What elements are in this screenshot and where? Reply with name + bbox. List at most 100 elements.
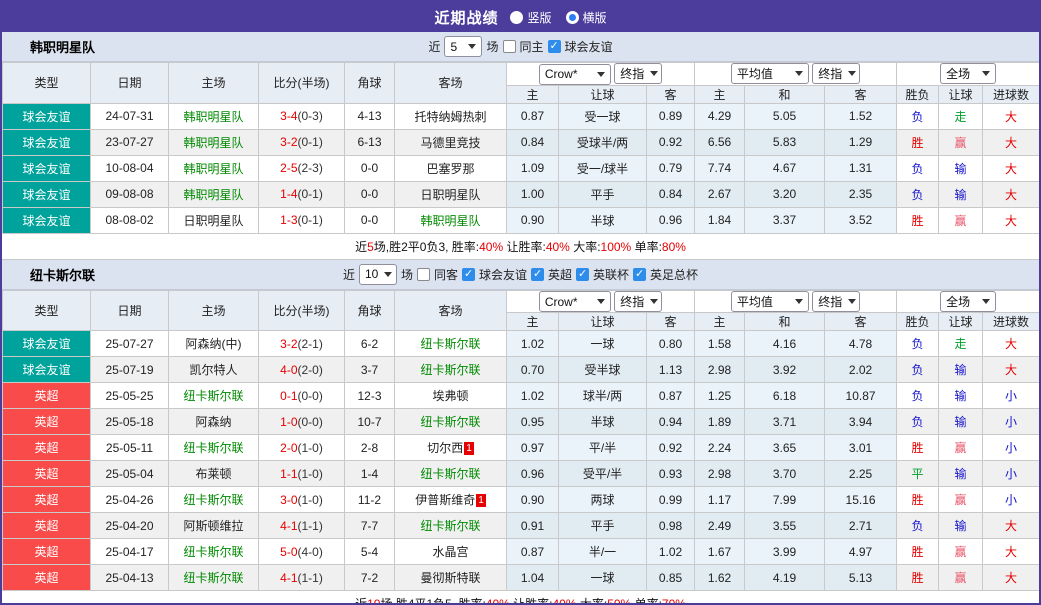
horizontal-layout-radio[interactable] xyxy=(566,11,579,24)
away-team-link[interactable]: 纽卡斯尔联 xyxy=(420,415,480,429)
home-team-link[interactable]: 韩职明星队 xyxy=(183,162,243,176)
home-team-link[interactable]: 纽卡斯尔联 xyxy=(183,571,243,585)
home-team-cell: 纽卡斯尔联 xyxy=(169,435,259,461)
avg-home-cell: 7.74 xyxy=(695,155,745,181)
home-team-link[interactable]: 纽卡斯尔联 xyxy=(183,441,243,455)
away-team-link[interactable]: 水晶宫 xyxy=(432,545,468,559)
unit-label: 场 xyxy=(486,38,498,55)
select-value: Crow* xyxy=(545,67,578,81)
odds-provider-select[interactable]: Crow* xyxy=(539,64,611,85)
away-team-cell: 伊普斯维奇1 xyxy=(395,487,507,513)
table-row: 球会友谊10-08-04韩职明星队2-5(2-3)0-0巴塞罗那1.09受一/球… xyxy=(3,155,1040,181)
league-filter-checkbox[interactable] xyxy=(462,268,475,281)
home-team-link[interactable]: 韩职明星队 xyxy=(183,110,243,124)
same-side-checkbox[interactable] xyxy=(503,40,516,53)
odds-handicap-cell: 一球 xyxy=(559,331,647,357)
summary-row: 近5场,胜2平0负3, 胜率:40% 让胜率:40% 大率:100% 单率:80… xyxy=(2,234,1039,260)
column-header-4: 角球 xyxy=(345,290,395,331)
home-team-link[interactable]: 阿森纳 xyxy=(195,415,231,429)
date-cell: 25-04-26 xyxy=(91,487,169,513)
home-team-link[interactable]: 阿斯顿维拉 xyxy=(183,519,243,533)
away-team-link[interactable]: 韩职明星队 xyxy=(420,214,480,228)
summary-text-part: 场,胜4平1负5, 胜率: xyxy=(380,597,485,605)
page: 近期战绩 竖版 横版 韩职明星队近5场同主球会友谊类型日期主场比分(半场)角球客… xyxy=(0,0,1041,605)
handicap-result-cell: 赢 xyxy=(939,207,983,233)
scope-select[interactable]: 全场 xyxy=(940,291,996,312)
halftime-score: (0-1) xyxy=(298,213,323,227)
odds-period-select[interactable]: 终指 xyxy=(614,63,662,84)
away-team-cell: 曼彻斯特联 xyxy=(395,565,507,591)
away-team-link[interactable]: 托特纳姆热刺 xyxy=(414,110,486,124)
league-filter-checkbox[interactable] xyxy=(531,268,544,281)
fulltime-score: 1-4 xyxy=(280,187,297,201)
odds-provider-select[interactable]: Crow* xyxy=(539,291,611,312)
away-team-link[interactable]: 曼彻斯特联 xyxy=(420,571,480,585)
away-team-link[interactable]: 埃弗顿 xyxy=(432,389,468,403)
home-team-cell: 韩职明星队 xyxy=(169,103,259,129)
odds-away-cell: 0.98 xyxy=(647,513,695,539)
same-side-checkbox[interactable] xyxy=(417,268,430,281)
home-team-link[interactable]: 纽卡斯尔联 xyxy=(183,493,243,507)
league-badge: 英超 xyxy=(3,409,91,435)
league-filter-checkbox[interactable] xyxy=(576,268,589,281)
away-team-link[interactable]: 日职明星队 xyxy=(420,188,480,202)
corners-cell: 1-4 xyxy=(345,461,395,487)
table-head: 类型日期主场比分(半场)角球客场Crow* 终指平均值 终指全场主让球客主和客胜… xyxy=(3,290,1040,331)
league-filter-checkbox[interactable] xyxy=(548,40,561,53)
away-team-link[interactable]: 纽卡斯尔联 xyxy=(420,363,480,377)
avg-away-cell: 15.16 xyxy=(825,487,897,513)
avg-home-cell: 4.29 xyxy=(695,103,745,129)
score-cell: 4-1(1-1) xyxy=(259,565,345,591)
horizontal-layout-label: 横版 xyxy=(583,9,607,26)
odds-away-cell: 0.80 xyxy=(647,331,695,357)
corners-cell: 5-4 xyxy=(345,539,395,565)
handicap-result-cell: 走 xyxy=(939,331,983,357)
avg-home-cell: 6.56 xyxy=(695,129,745,155)
average-select[interactable]: 平均值 xyxy=(731,63,809,84)
average-period-select[interactable]: 终指 xyxy=(812,63,860,84)
home-team-cell: 纽卡斯尔联 xyxy=(169,383,259,409)
away-team-link[interactable]: 纽卡斯尔联 xyxy=(420,519,480,533)
home-team-link[interactable]: 布莱顿 xyxy=(195,467,231,481)
away-team-link[interactable]: 巴塞罗那 xyxy=(426,162,474,176)
matches-count-select[interactable]: 10 xyxy=(359,264,397,285)
scope-select[interactable]: 全场 xyxy=(940,63,996,84)
unit-label: 场 xyxy=(401,266,413,283)
home-team-link[interactable]: 日职明星队 xyxy=(183,214,243,228)
average-period-select[interactable]: 终指 xyxy=(812,291,860,312)
avg-subheader: 和 xyxy=(745,85,825,103)
home-team-link[interactable]: 凯尔特人 xyxy=(189,363,237,377)
away-team-link[interactable]: 纽卡斯尔联 xyxy=(420,467,480,481)
odds-handicap-cell: 半/一 xyxy=(559,539,647,565)
away-team-link[interactable]: 切尔西 xyxy=(427,441,463,455)
corners-cell: 4-13 xyxy=(345,103,395,129)
summary-stat-value: 40% xyxy=(486,597,510,605)
home-team-link[interactable]: 纽卡斯尔联 xyxy=(183,545,243,559)
avg-home-cell: 1.58 xyxy=(695,331,745,357)
odds-period-select[interactable]: 终指 xyxy=(614,291,662,312)
home-team-link[interactable]: 纽卡斯尔联 xyxy=(183,389,243,403)
vertical-layout-radio[interactable] xyxy=(510,11,523,24)
summary-text-part: 让胜率: xyxy=(510,597,553,605)
away-team-cell: 纽卡斯尔联 xyxy=(395,357,507,383)
away-team-cell: 托特纳姆热刺 xyxy=(395,103,507,129)
away-team-link[interactable]: 马德里竞技 xyxy=(420,136,480,150)
avg-away-cell: 2.35 xyxy=(825,181,897,207)
league-filter-label: 球会友谊 xyxy=(565,38,613,55)
average-select[interactable]: 平均值 xyxy=(731,291,809,312)
home-team-link[interactable]: 阿森纳(中) xyxy=(186,337,242,351)
table-body: 球会友谊25-07-27阿森纳(中)3-2(2-1)6-2纽卡斯尔联1.02一球… xyxy=(3,331,1040,591)
chevron-down-icon xyxy=(650,299,658,304)
away-team-cell: 切尔西1 xyxy=(395,435,507,461)
home-team-link[interactable]: 韩职明星队 xyxy=(183,136,243,150)
odds-subheader: 让球 xyxy=(559,85,647,103)
column-header-1: 日期 xyxy=(91,290,169,331)
away-team-link[interactable]: 伊普斯维奇 xyxy=(415,493,475,507)
away-team-link[interactable]: 纽卡斯尔联 xyxy=(420,337,480,351)
home-team-link[interactable]: 韩职明星队 xyxy=(183,188,243,202)
league-filter-checkbox[interactable] xyxy=(633,268,646,281)
avg-draw-cell: 3.92 xyxy=(745,357,825,383)
table-row: 球会友谊25-07-19凯尔特人4-0(2-0)3-7纽卡斯尔联0.70受半球1… xyxy=(3,357,1040,383)
fulltime-score: 1-3 xyxy=(280,213,297,227)
matches-count-select[interactable]: 5 xyxy=(444,36,482,57)
